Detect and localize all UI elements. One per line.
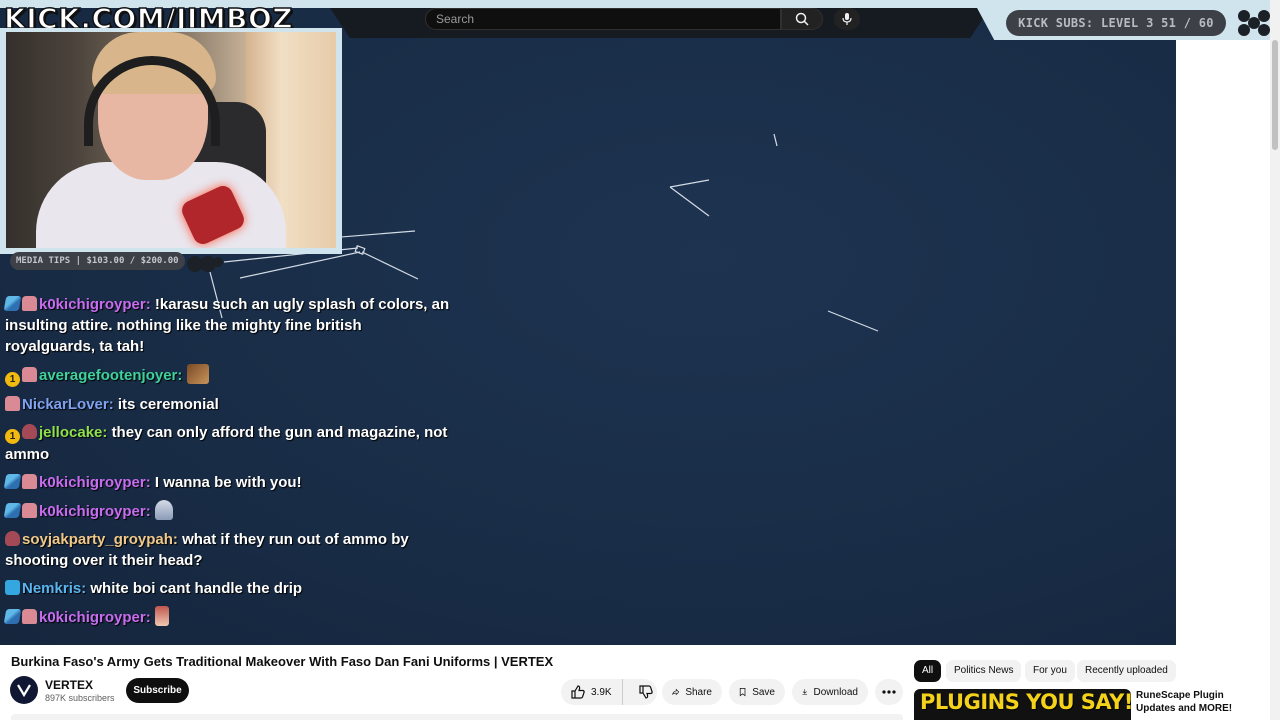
- chat-text: its ceremonial: [117, 396, 219, 413]
- chat-message: k0kichigroyper:: [3, 606, 455, 628]
- one-badge-icon: 1: [5, 429, 20, 444]
- chip-all[interactable]: All: [914, 660, 942, 682]
- thumbnail-text: PLUGINS YOU SAY!?: [920, 690, 1131, 714]
- hat-badge-icon: [5, 531, 20, 546]
- chat-username: Nemkris: [22, 580, 82, 597]
- small-emote-icon: [154, 606, 169, 626]
- download-icon: [802, 689, 808, 696]
- sub-badge-icon: [22, 296, 37, 311]
- recommended-video-thumbnail[interactable]: PLUGINS YOU SAY!?: [914, 689, 1131, 720]
- share-label: Share: [685, 686, 712, 698]
- robot-emote-icon: [154, 500, 173, 520]
- video-info-section: Burkina Faso's Army Gets Traditional Mak…: [0, 645, 1270, 720]
- bookmark-icon: [739, 688, 746, 697]
- scrollbar-thumb[interactable]: [1272, 40, 1278, 150]
- page-gutter: [1176, 0, 1270, 645]
- chat-message: 1 averagefootenjoyer:: [5, 364, 455, 387]
- sub-badge-icon: [22, 609, 37, 624]
- chat-text: white boi cant handle the drip: [90, 580, 303, 597]
- subscribe-button[interactable]: Subscribe: [126, 678, 189, 703]
- sub-badge-icon: [22, 367, 37, 382]
- page-scrollbar[interactable]: [1270, 0, 1280, 720]
- thumbs-up-icon: [571, 685, 585, 699]
- search-icon: [795, 12, 809, 26]
- chat-username: k0kichigroyper: [39, 503, 146, 520]
- chat-username: averagefootenjoyer: [39, 367, 178, 384]
- channel-name[interactable]: VERTEX: [45, 678, 93, 692]
- sword-badge-icon: [3, 296, 22, 311]
- chat-message: k0kichigroyper:: [3, 500, 455, 522]
- voice-search-button[interactable]: [834, 8, 860, 30]
- dislike-button[interactable]: [629, 679, 663, 705]
- sub-badge-icon: [5, 396, 20, 411]
- chat-message: soyjakparty_groypah: what if they run ou…: [5, 531, 409, 569]
- search-button[interactable]: [781, 8, 823, 30]
- dog-emote-icon: [186, 364, 209, 384]
- channel-avatar[interactable]: [10, 676, 38, 704]
- stream-overlay: KICK.COM/JIMBOZ Search KICK SUBS: LEVEL …: [0, 0, 1280, 645]
- sword-badge-icon: [3, 503, 22, 518]
- video-title: Burkina Faso's Army Gets Traditional Mak…: [11, 654, 554, 669]
- overlay-small-logo-icon: [187, 256, 223, 272]
- share-button[interactable]: Share: [662, 679, 722, 705]
- chat-username: k0kichigroyper: [39, 609, 146, 626]
- download-button[interactable]: Download: [792, 679, 868, 705]
- cube-badge-icon: [5, 580, 20, 595]
- save-label: Save: [752, 686, 775, 698]
- media-tips-counter: MEDIA TIPS | $103.00 / $200.00: [10, 252, 185, 270]
- vertex-logo-icon: [17, 684, 31, 697]
- channel-subscriber-count: 897K subscribers: [45, 693, 115, 703]
- chat-username: jellocake: [39, 424, 103, 441]
- chat-message: Nemkris: white boi cant handle the drip: [5, 578, 455, 599]
- sub-badge-icon: [22, 474, 37, 489]
- description-box[interactable]: [11, 714, 903, 720]
- microphone-icon: [842, 13, 852, 25]
- like-count: 3.9K: [591, 686, 612, 698]
- chat-text: I wanna be with you!: [154, 474, 302, 491]
- chat-message: k0kichigroyper: !karasu such an ugly spl…: [3, 296, 450, 355]
- chip-recently-uploaded[interactable]: Recently uploaded: [1077, 660, 1176, 682]
- like-dislike-group: 3.9K: [561, 679, 657, 705]
- chat-username: NickarLover: [22, 396, 109, 413]
- recommended-video-title[interactable]: RuneScape Plugin Updates and MORE!: [1136, 689, 1266, 715]
- chat-overlay: k0kichigroyper: !karasu such an ugly spl…: [3, 294, 455, 635]
- share-icon: [672, 688, 680, 696]
- one-badge-icon: 1: [5, 372, 20, 387]
- overlay-logo-icon: [1238, 10, 1270, 36]
- like-button[interactable]: 3.9K: [561, 679, 623, 705]
- more-horizontal-icon: [882, 690, 896, 694]
- chat-username: k0kichigroyper: [39, 296, 146, 313]
- sword-badge-icon: [3, 474, 22, 489]
- save-button[interactable]: Save: [729, 679, 785, 705]
- thumbs-down-icon: [638, 685, 653, 699]
- more-actions-button[interactable]: [875, 679, 903, 705]
- chat-message: k0kichigroyper: I wanna be with you!: [3, 472, 455, 493]
- webcam-feed: [6, 32, 336, 248]
- hat-badge-icon: [22, 424, 37, 439]
- sword-badge-icon: [3, 609, 22, 624]
- chat-username: soyjakparty_groypah: [22, 531, 173, 548]
- chip-politics-news[interactable]: Politics News: [946, 660, 1022, 682]
- chat-username: k0kichigroyper: [39, 474, 146, 491]
- chip-for-you[interactable]: For you: [1025, 660, 1075, 682]
- sub-badge-icon: [22, 503, 37, 518]
- chat-message: NickarLover: its ceremonial: [5, 394, 455, 415]
- download-label: Download: [813, 686, 858, 698]
- chat-message: 1 jellocake: they can only afford the gun…: [5, 424, 448, 463]
- search-input[interactable]: Search: [425, 8, 781, 30]
- subs-goal-counter: KICK SUBS: LEVEL 3 51 / 60: [1006, 10, 1226, 36]
